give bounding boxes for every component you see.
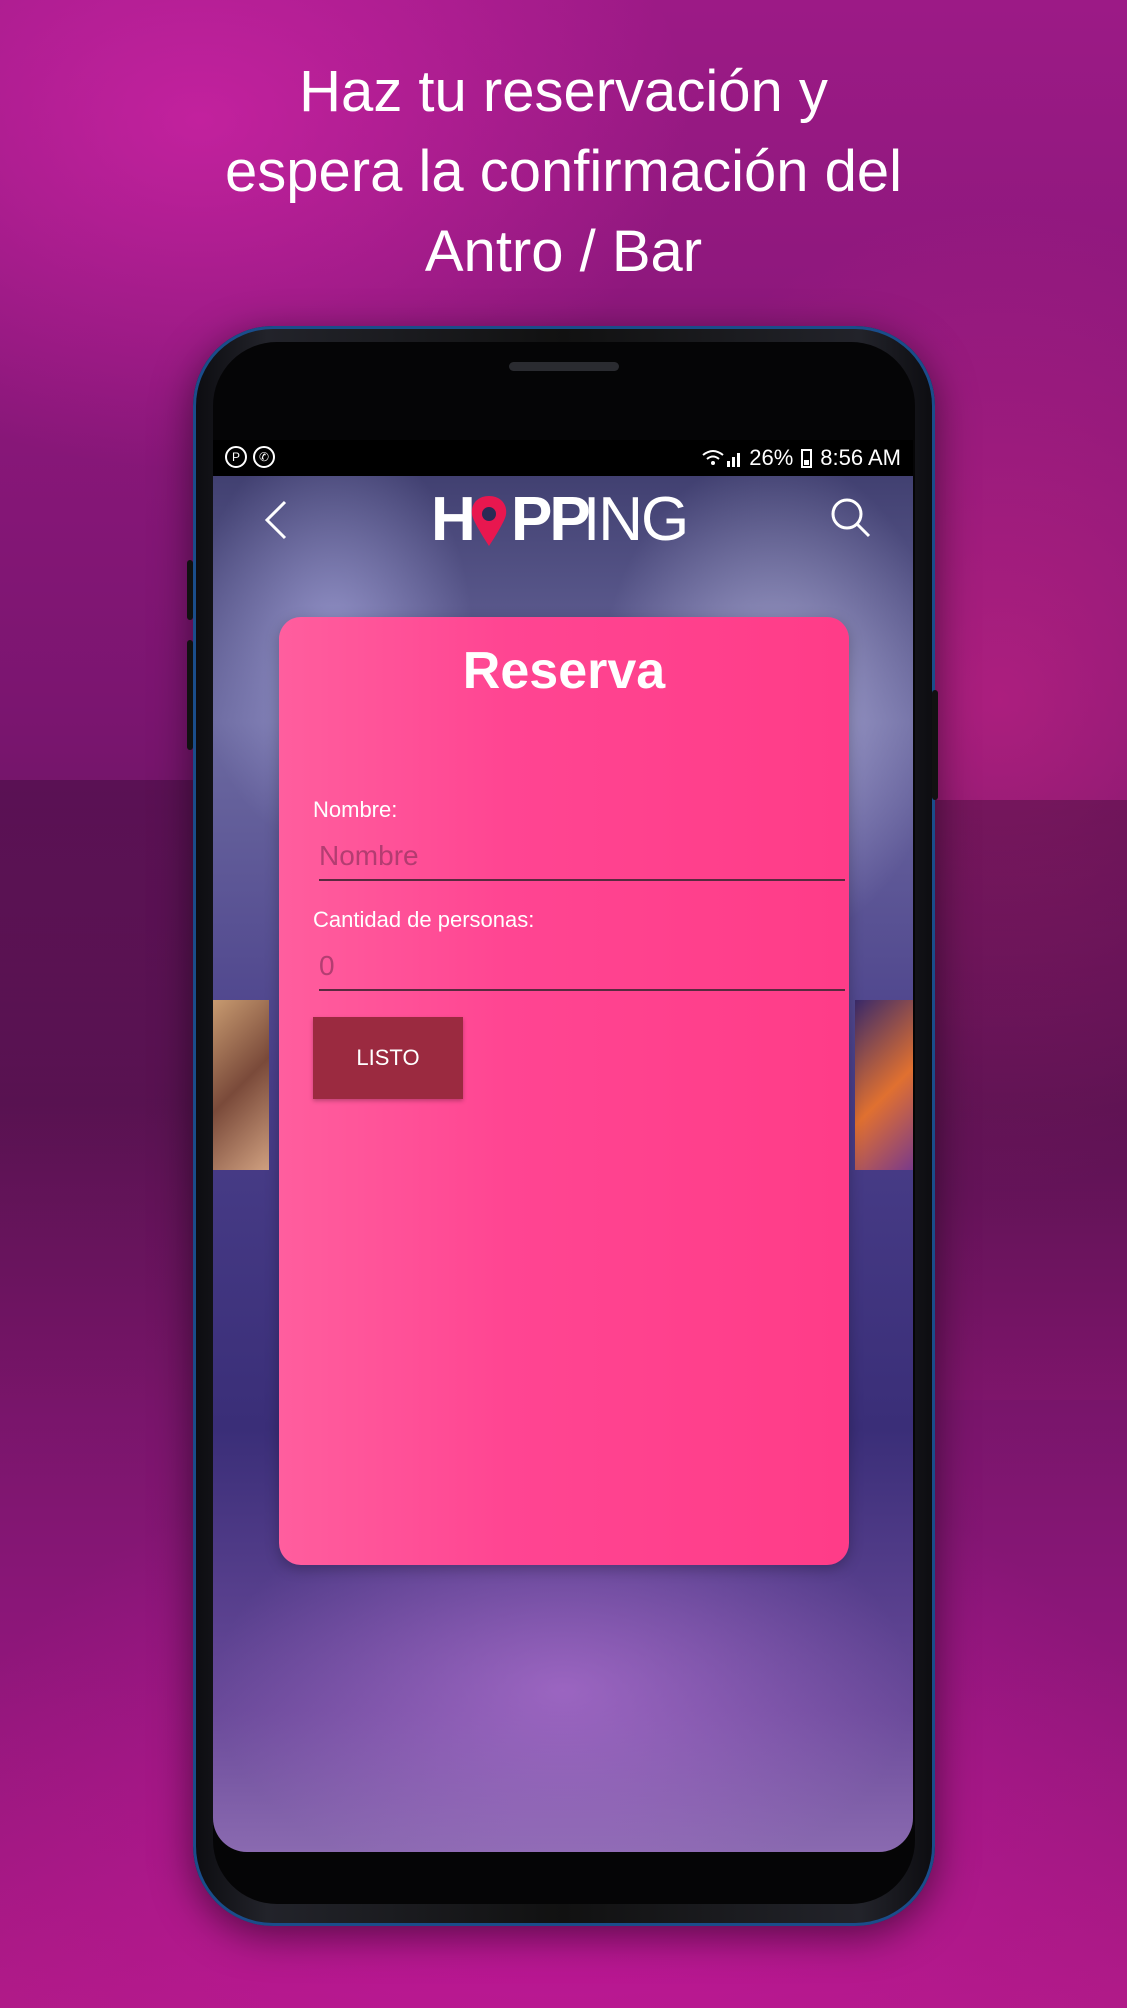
phone-screen: P ✆ 26% 8:56 AM H PP ING Reserva Nombre:… (213, 440, 913, 1852)
venue-photo-right[interactable] (855, 1000, 913, 1170)
battery-percent: 26% (749, 445, 794, 470)
whatsapp-icon: ✆ (253, 446, 275, 468)
status-time: 8:56 AM (820, 445, 901, 470)
phone-speaker (509, 362, 619, 371)
background-club-right (907, 800, 1127, 1400)
back-button[interactable] (261, 498, 291, 540)
dialog-title: Reserva (462, 642, 666, 700)
reservation-dialog: Reserva Nombre: Cantidad de personas: LI… (279, 617, 849, 1565)
pinterest-icon: P (225, 446, 247, 468)
app-bar: H PP ING (213, 476, 913, 556)
listo-button[interactable]: LISTO (313, 1017, 463, 1099)
name-label: Nombre: (313, 797, 398, 822)
phone-volume-button (187, 640, 193, 750)
phone-side-button (187, 560, 193, 620)
chevron-left-icon (264, 500, 287, 540)
search-button[interactable] (829, 496, 873, 540)
hopping-logo-graphic: H PP ING (431, 485, 689, 554)
people-count-label: Cantidad de personas: (313, 907, 535, 932)
headline-line-2: espera la confirmación del (224, 139, 903, 204)
svg-text:H: H (431, 486, 473, 550)
people-count-input[interactable] (319, 947, 845, 991)
headline-line-3: Antro / Bar (424, 219, 703, 284)
search-icon (831, 498, 871, 538)
name-input[interactable] (319, 837, 845, 881)
venue-photo-left[interactable] (213, 1000, 269, 1170)
battery-icon (801, 448, 813, 468)
status-bar: P ✆ 26% 8:56 AM (213, 440, 913, 476)
hopping-logo: H PP ING (431, 485, 701, 554)
wifi-signal-icon (702, 450, 741, 467)
headline-line-1: Haz tu reservación y (299, 59, 828, 124)
status-right: 26% 8:56 AM (701, 445, 901, 471)
phone-power-button (932, 690, 938, 800)
svg-text:PP: PP (511, 486, 589, 550)
svg-text:ING: ING (583, 486, 687, 550)
status-left-icons: P ✆ (225, 446, 275, 468)
promo-headline: Haz tu reservación y espera la confirmac… (0, 52, 1127, 292)
